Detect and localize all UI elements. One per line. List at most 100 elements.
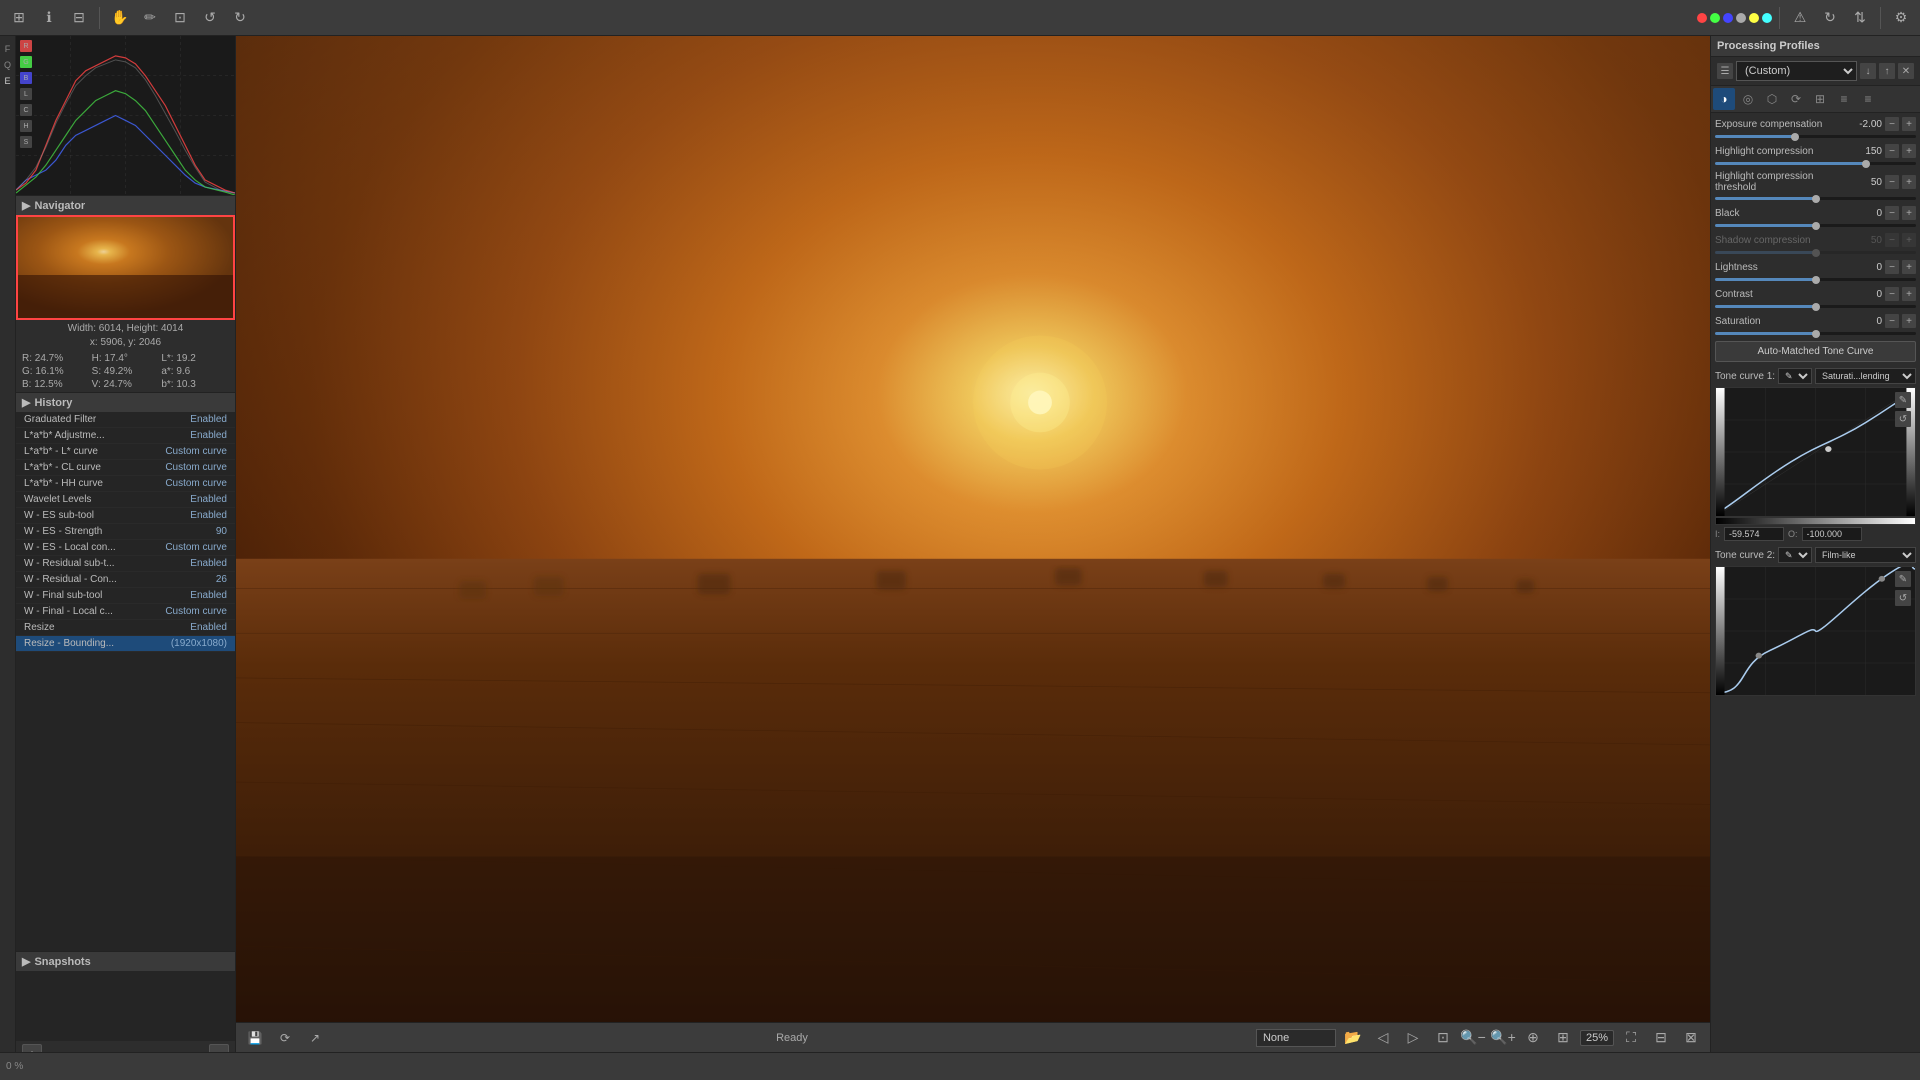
highlight-threshold-thumb[interactable] — [1812, 195, 1820, 203]
zoom-fill-btn[interactable]: ⊞ — [1550, 1025, 1576, 1051]
tone-curve-2-channel-select[interactable]: Film-like — [1815, 547, 1916, 563]
black-slider[interactable] — [1715, 224, 1916, 227]
history-item-5[interactable]: Wavelet Levels Enabled — [16, 492, 235, 508]
hist-icon-2[interactable]: G — [20, 56, 32, 68]
highlight-compression-slider[interactable] — [1715, 162, 1916, 165]
exposure-compensation-minus[interactable]: − — [1885, 117, 1899, 131]
lightness-thumb[interactable] — [1812, 276, 1820, 284]
history-item-11[interactable]: W - Final sub-tool Enabled — [16, 588, 235, 604]
tone-curve-2-canvas[interactable]: ✎ ↺ — [1715, 566, 1916, 696]
history-item-3[interactable]: L*a*b* - CL curve Custom curve — [16, 460, 235, 476]
saturation-slider[interactable] — [1715, 332, 1916, 335]
history-item-8[interactable]: W - ES - Local con... Custom curve — [16, 540, 235, 556]
navigator-header[interactable]: ▶ Navigator — [16, 196, 235, 215]
history-item-6[interactable]: W - ES sub-tool Enabled — [16, 508, 235, 524]
nav-dropdown-select[interactable]: None — [1256, 1029, 1336, 1047]
black-minus[interactable]: − — [1885, 206, 1899, 220]
profile-clear-btn[interactable]: ✕ — [1898, 63, 1914, 79]
history-item-4[interactable]: L*a*b* - HH curve Custom curve — [16, 476, 235, 492]
rotate-cw-icon[interactable]: ↻ — [1817, 5, 1843, 31]
sidebar-item-queue[interactable]: Q — [1, 58, 15, 72]
share-btn[interactable]: ↗ — [302, 1025, 328, 1051]
curve-1-reset-btn[interactable]: ↺ — [1895, 411, 1911, 427]
hist-icon-4[interactable]: L — [20, 88, 32, 100]
curve-2-edit-btn[interactable]: ✎ — [1895, 571, 1911, 587]
contrast-minus[interactable]: − — [1885, 287, 1899, 301]
history-item-12[interactable]: W - Final - Local c... Custom curve — [16, 604, 235, 620]
hand-toolbar-btn[interactable]: ✋ — [107, 5, 133, 31]
tab-exposure[interactable]: ◑ — [1713, 88, 1735, 110]
shadow-compression-minus[interactable]: − — [1885, 233, 1899, 247]
history-item-13[interactable]: Resize Enabled — [16, 620, 235, 636]
warning-icon[interactable]: ⚠ — [1787, 5, 1813, 31]
tab-transform[interactable]: ⊞ — [1809, 88, 1831, 110]
black-thumb[interactable] — [1812, 222, 1820, 230]
highlight-threshold-slider[interactable] — [1715, 197, 1916, 200]
profile-list-btn[interactable]: ☰ — [1717, 63, 1733, 79]
history-item-10[interactable]: W - Residual - Con... 26 — [16, 572, 235, 588]
highlight-compression-plus[interactable]: + — [1902, 144, 1916, 158]
zoom-in-btn[interactable]: 🔍+ — [1490, 1025, 1516, 1051]
tab-raw[interactable]: ≡ — [1833, 88, 1855, 110]
history-item-1[interactable]: L*a*b* Adjustme... Enabled — [16, 428, 235, 444]
shadow-compression-plus[interactable]: + — [1902, 233, 1916, 247]
fullscreen-btn[interactable]: ⛶ — [1618, 1025, 1644, 1051]
canvas-area[interactable] — [236, 36, 1710, 1022]
history-item-0[interactable]: Graduated Filter Enabled — [16, 412, 235, 428]
snapshot-add-button[interactable]: + — [22, 1044, 42, 1052]
curve-1-output-field[interactable] — [1802, 527, 1862, 541]
zoom-out-btn[interactable]: 🔍− — [1460, 1025, 1486, 1051]
history-item-9[interactable]: W - Residual sub-t... Enabled — [16, 556, 235, 572]
curve-1-edit-btn[interactable]: ✎ — [1895, 392, 1911, 408]
zoom-100-btn[interactable]: ⊕ — [1520, 1025, 1546, 1051]
lightness-slider[interactable] — [1715, 278, 1916, 281]
contrast-plus[interactable]: + — [1902, 287, 1916, 301]
tone-curve-1-channel-select[interactable]: Saturati...lending — [1815, 368, 1916, 384]
info-toolbar-btn[interactable]: ℹ — [36, 5, 62, 31]
exposure-compensation-thumb[interactable] — [1791, 133, 1799, 141]
auto-matched-tone-curve-button[interactable]: Auto-Matched Tone Curve — [1715, 341, 1916, 362]
history-header[interactable]: ▶ History — [16, 393, 235, 412]
zoom-fit-btn[interactable]: ⊡ — [1430, 1025, 1456, 1051]
lightness-plus[interactable]: + — [1902, 260, 1916, 274]
save-btn[interactable]: 💾 — [242, 1025, 268, 1051]
tab-color[interactable]: ⬡ — [1761, 88, 1783, 110]
exposure-compensation-slider[interactable] — [1715, 135, 1916, 138]
saturation-thumb[interactable] — [1812, 330, 1820, 338]
tone-curve-2-type-select[interactable]: ✎ — [1778, 547, 1812, 563]
next-btn[interactable]: ▷ — [1400, 1025, 1426, 1051]
contrast-thumb[interactable] — [1812, 303, 1820, 311]
tone-curve-1-canvas[interactable]: ✎ ↺ — [1715, 387, 1916, 517]
highlight-compression-minus[interactable]: − — [1885, 144, 1899, 158]
history-item-14[interactable]: Resize - Bounding... (1920x1080) — [16, 636, 235, 652]
hist-icon-6[interactable]: H — [20, 120, 32, 132]
exposure-compensation-plus[interactable]: + — [1902, 117, 1916, 131]
add-toolbar-btn[interactable]: ⊞ — [6, 5, 32, 31]
highlight-threshold-minus[interactable]: − — [1885, 175, 1899, 189]
pencil-toolbar-btn[interactable]: ✏ — [137, 5, 163, 31]
curve-1-input-field[interactable] — [1724, 527, 1784, 541]
processing-icon[interactable]: ⚙ — [1888, 5, 1914, 31]
saturation-minus[interactable]: − — [1885, 314, 1899, 328]
dual-view-btn[interactable]: ⊠ — [1678, 1025, 1704, 1051]
highlight-threshold-plus[interactable]: + — [1902, 175, 1916, 189]
tab-advanced[interactable]: ⟳ — [1785, 88, 1807, 110]
snapshot-remove-button[interactable]: − — [209, 1044, 229, 1052]
sync-btn[interactable]: ⟳ — [272, 1025, 298, 1051]
flip-icon[interactable]: ⇅ — [1847, 5, 1873, 31]
profile-load-btn[interactable]: ↑ — [1879, 63, 1895, 79]
tone-curve-1-type-select[interactable]: ✎ — [1778, 368, 1812, 384]
hist-icon-5[interactable]: C — [20, 104, 32, 116]
sidebar-item-editor[interactable]: E — [1, 74, 15, 88]
curve-2-reset-btn[interactable]: ↺ — [1895, 590, 1911, 606]
profile-save-btn[interactable]: ↓ — [1860, 63, 1876, 79]
saturation-plus[interactable]: + — [1902, 314, 1916, 328]
profile-select[interactable]: (Custom) — [1736, 61, 1857, 81]
history-item-2[interactable]: L*a*b* - L* curve Custom curve — [16, 444, 235, 460]
tab-metadata[interactable]: ≡ — [1857, 88, 1879, 110]
black-plus[interactable]: + — [1902, 206, 1916, 220]
history-item-7[interactable]: W - ES - Strength 90 — [16, 524, 235, 540]
hist-icon-1[interactable]: R — [20, 40, 32, 52]
rotate-toolbar-btn[interactable]: ↺ — [197, 5, 223, 31]
redo-toolbar-btn[interactable]: ↻ — [227, 5, 253, 31]
